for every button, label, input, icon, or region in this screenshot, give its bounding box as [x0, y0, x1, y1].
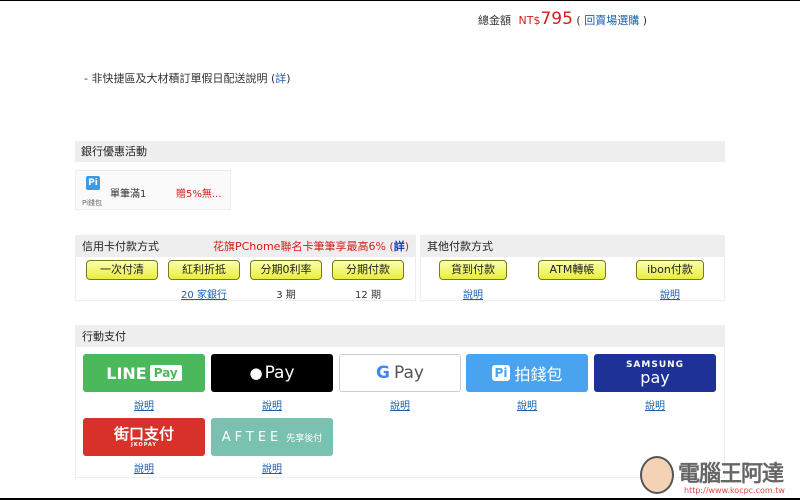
pay-full-button[interactable]: 一次付清	[86, 260, 158, 280]
credit-promo-link[interactable]: 詳	[394, 240, 405, 253]
pi-icon: Pi	[491, 365, 511, 381]
bank-promo-card[interactable]: Pi Pi錢包 單筆滿1 贈5%無...	[75, 170, 231, 210]
pay-logo: Pay	[394, 363, 424, 383]
jkopay-logo: 街口支付	[113, 425, 174, 443]
bank-title: 銀行優惠活動	[75, 141, 725, 162]
google-pay-button[interactable]: G Pay	[339, 354, 461, 392]
credit-title-text: 信用卡付款方式	[82, 240, 159, 253]
currency: NT$	[518, 14, 541, 27]
paren: (	[576, 14, 581, 27]
installment-button[interactable]: 分期付款	[332, 260, 404, 280]
bonus-points-button[interactable]: 紅利折抵	[168, 260, 240, 280]
pi-logo-text: 拍錢包	[514, 365, 563, 384]
paren: )	[642, 14, 647, 27]
total-amount: 總金額 NT$795 ( 回賣場選購 )	[478, 9, 647, 29]
apple-pay-help-link[interactable]: 說明	[211, 397, 333, 412]
pay-logo: Pay	[149, 365, 182, 381]
notice-detail-link[interactable]: 詳	[275, 72, 286, 85]
installment-count: 3 期	[276, 290, 296, 301]
line-logo: LINE	[106, 363, 147, 383]
ibon-help-link[interactable]: 說明	[636, 286, 704, 301]
apple-icon: ●	[249, 364, 263, 382]
other-title: 其他付款方式	[421, 236, 724, 257]
aftee-help-link[interactable]: 說明	[211, 460, 333, 475]
samsung-pay-help-link[interactable]: 說明	[594, 397, 716, 412]
amount: 795	[540, 9, 573, 29]
line-pay-help-link[interactable]: 說明	[83, 397, 205, 412]
total-label: 總金額	[478, 14, 511, 27]
credit-promo: 花旗PChome聯名卡筆筆享最高6% (詳)	[212, 240, 409, 253]
atm-transfer-button[interactable]: ATM轉帳	[538, 260, 606, 280]
google-g-icon: G	[376, 363, 390, 383]
promo-text: 贈5%無...	[176, 189, 222, 200]
jkopay-help-link[interactable]: 說明	[83, 460, 205, 475]
watermark-url: http://www.kocpc.com.tw	[684, 486, 785, 495]
ibon-button[interactable]: ibon付款	[636, 260, 704, 280]
line-pay-button[interactable]: LINE Pay	[83, 354, 205, 392]
paren: )	[286, 72, 291, 85]
holiday-notice: - 非快捷區及大材積訂單假日配送說明 (詳)	[84, 70, 291, 86]
other-payment-section: 其他付款方式 貨到付款 說明 ATM轉帳 ibon付款 說明	[420, 235, 725, 301]
banks-link[interactable]: 20 家銀行	[168, 286, 240, 301]
zero-interest-button[interactable]: 分期0利率	[250, 260, 322, 280]
apple-pay-button[interactable]: ● Pay	[211, 354, 333, 392]
credit-card-section: 信用卡付款方式 花旗PChome聯名卡筆筆享最高6% (詳) 一次付清 紅利折抵…	[75, 235, 416, 301]
jkopay-button[interactable]: 街口支付 JKOPAY	[83, 418, 205, 456]
installment-count: 12 期	[355, 290, 381, 301]
cod-help-link[interactable]: 說明	[439, 286, 507, 301]
samsung-pay-button[interactable]: SAMSUNG pay	[594, 354, 716, 392]
credit-promo-text: 花旗PChome聯名卡筆筆享最高6%	[212, 240, 386, 253]
mobile-title: 行動支付	[76, 326, 724, 347]
aftee-button[interactable]: AFTEE 先享後付	[211, 418, 333, 456]
google-pay-help-link[interactable]: 說明	[339, 397, 461, 412]
aftee-logo: AFTEE	[221, 429, 283, 445]
pi-wallet-icon: Pi	[86, 176, 100, 190]
brand-label: Pi錢包	[82, 199, 103, 207]
credit-title: 信用卡付款方式 花旗PChome聯名卡筆筆享最高6% (詳)	[76, 236, 415, 257]
bank-section: 銀行優惠活動 Pi Pi錢包 單筆滿1 贈5%無...	[75, 141, 725, 210]
notice-text: - 非快捷區及大材積訂單假日配送說明 (	[84, 72, 276, 85]
watermark: 電腦王阿達 http://www.kocpc.com.tw	[640, 456, 800, 498]
cash-on-delivery-button[interactable]: 貨到付款	[439, 260, 507, 280]
mascot-icon	[640, 456, 674, 494]
pi-wallet-help-link[interactable]: 說明	[466, 397, 588, 412]
pi-wallet-button[interactable]: Pi 拍錢包	[466, 354, 588, 392]
pay-logo: pay	[640, 367, 670, 387]
promo-desc: 單筆滿1	[110, 189, 147, 200]
pay-logo: Pay	[264, 363, 295, 383]
jkopay-sub: JKOPAY	[131, 441, 157, 448]
watermark-title: 電腦王阿達	[678, 462, 784, 487]
aftee-sub: 先享後付	[286, 433, 323, 444]
back-to-shop-link[interactable]: 回賣場選購	[584, 14, 639, 27]
